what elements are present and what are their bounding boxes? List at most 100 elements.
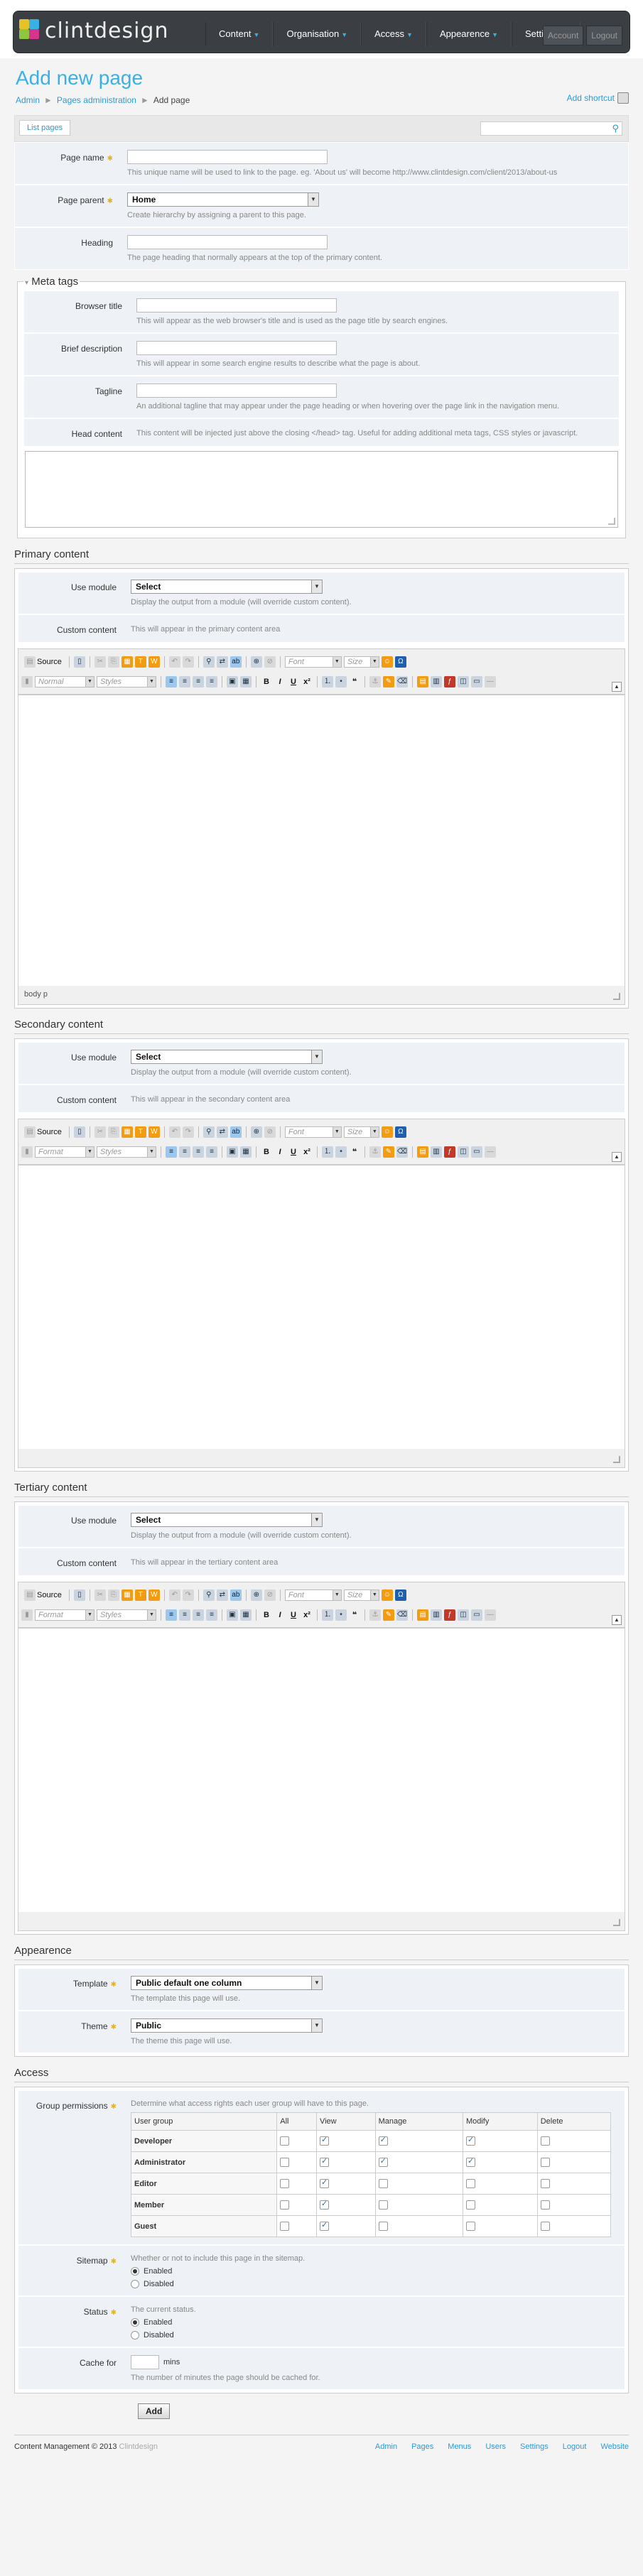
numbered-list-icon[interactable]: ⒈ — [322, 676, 333, 688]
smiley-icon[interactable]: ☺ — [381, 1589, 393, 1601]
permission-checkbox[interactable] — [465, 2222, 475, 2231]
align-center-icon[interactable]: ≡ — [179, 1146, 190, 1158]
align-center-icon[interactable]: ≡ — [179, 1609, 190, 1621]
link-icon[interactable]: ⊕ — [250, 656, 262, 668]
permission-checkbox[interactable] — [378, 2156, 388, 2167]
align-center-icon[interactable]: ≡ — [179, 676, 190, 688]
permission-checkbox[interactable] — [319, 2199, 329, 2210]
status-enabled-radio[interactable]: Enabled — [131, 2318, 625, 2327]
permission-checkbox[interactable] — [378, 2200, 388, 2210]
crumb-pages[interactable]: Pages administration — [57, 95, 136, 105]
find-icon[interactable]: ⚲ — [202, 1589, 215, 1601]
permission-checkbox[interactable] — [280, 2136, 290, 2146]
blockquote-icon[interactable]: ❝ — [349, 1609, 360, 1621]
maximize-icon[interactable]: ▭ — [471, 1146, 482, 1158]
permission-checkbox[interactable] — [280, 2200, 290, 2210]
paste-text-icon[interactable]: T — [134, 1589, 146, 1601]
replace-icon[interactable]: ⇄ — [216, 1589, 228, 1601]
new-page-icon[interactable]: ▯ — [73, 656, 85, 668]
special-char-icon[interactable]: Ω — [394, 1126, 406, 1138]
paste-word-icon[interactable]: W — [148, 1126, 160, 1138]
paste-word-icon[interactable]: W — [148, 656, 160, 668]
theme-select[interactable]: Public ▼ — [131, 2018, 323, 2033]
collapse-toolbar-icon[interactable]: ▲ — [612, 682, 622, 692]
iframe-icon[interactable]: ◫ — [458, 676, 469, 688]
template-select[interactable]: Public default one column ▼ — [131, 1976, 323, 1990]
cache-minutes-field[interactable] — [131, 2355, 159, 2369]
justify-icon[interactable]: ≡ — [206, 1146, 217, 1158]
account-button[interactable]: Account — [542, 26, 584, 45]
permission-checkbox[interactable] — [465, 2156, 475, 2167]
permission-checkbox[interactable] — [465, 2179, 475, 2188]
cut-icon[interactable]: ✂ — [94, 1126, 106, 1138]
superscript-icon[interactable]: x² — [301, 676, 313, 688]
spellcheck-icon[interactable]: ab — [229, 1589, 242, 1601]
maximize-icon[interactable]: ▭ — [471, 1609, 482, 1621]
link-icon[interactable]: ⊕ — [250, 1126, 262, 1138]
source-button[interactable]: ▤ Source — [21, 1589, 65, 1601]
special-char-icon[interactable]: Ω — [394, 656, 406, 668]
search-input[interactable]: ⚲ — [480, 121, 622, 136]
font-select[interactable]: Font ▼ — [284, 1589, 342, 1601]
styles-select[interactable]: Styles ▼ — [97, 676, 156, 688]
nav-access[interactable]: Access ▼ — [361, 22, 426, 46]
paste-icon[interactable]: ▦ — [121, 1126, 133, 1138]
size-select[interactable]: Size ▼ — [343, 656, 379, 668]
bold-icon[interactable]: B — [261, 1146, 272, 1158]
tertiary-module-select[interactable]: Select ▼ — [131, 1513, 323, 1527]
table-icon[interactable]: ▦ — [240, 1146, 252, 1158]
paint-icon[interactable]: ✎ — [383, 1609, 394, 1621]
permission-checkbox[interactable] — [319, 2135, 329, 2146]
redo-icon[interactable]: ↷ — [182, 1589, 194, 1601]
spellcheck-icon[interactable]: ab — [229, 1126, 242, 1138]
smiley-icon[interactable]: ☺ — [381, 656, 393, 668]
image-icon[interactable]: ▣ — [227, 1146, 238, 1158]
flash-icon[interactable]: ƒ — [444, 1609, 455, 1621]
bullet-list-icon[interactable]: • — [335, 676, 347, 688]
footer-link-logout[interactable]: Logout — [563, 2442, 587, 2451]
undo-icon[interactable]: ↶ — [168, 1126, 180, 1138]
status-disabled-radio[interactable]: Disabled — [131, 2331, 625, 2339]
footer-link-users[interactable]: Users — [485, 2442, 506, 2451]
permission-checkbox[interactable] — [319, 2220, 329, 2231]
align-left-icon[interactable]: ≡ — [166, 1609, 177, 1621]
permission-checkbox[interactable] — [319, 2178, 329, 2188]
cut-icon[interactable]: ✂ — [94, 1589, 106, 1601]
undo-icon[interactable]: ↶ — [168, 656, 180, 668]
primary-module-select[interactable]: Select ▼ — [131, 580, 323, 594]
new-page-icon[interactable]: ▯ — [73, 1589, 85, 1601]
list-pages-button[interactable]: List pages — [19, 120, 71, 136]
size-select[interactable]: Size ▼ — [343, 1126, 379, 1138]
logout-button[interactable]: Logout — [586, 26, 622, 45]
find-icon[interactable]: ⚲ — [202, 656, 215, 668]
format-select[interactable]: Format ▼ — [35, 1609, 94, 1621]
bullet-list-icon[interactable]: • — [335, 1609, 347, 1621]
superscript-icon[interactable]: x² — [301, 1609, 313, 1621]
font-select[interactable]: Font ▼ — [284, 1126, 342, 1138]
resize-handle-icon[interactable] — [613, 1919, 620, 1926]
undo-icon[interactable]: ↶ — [168, 1589, 180, 1601]
permission-checkbox[interactable] — [280, 2158, 290, 2167]
copy-icon[interactable]: ⎘ — [107, 1126, 119, 1138]
editor-body[interactable] — [18, 1165, 625, 1449]
paste-text-icon[interactable]: T — [134, 1126, 146, 1138]
anchor-icon[interactable]: ⚓ — [369, 1146, 381, 1158]
permission-checkbox[interactable] — [378, 2222, 388, 2231]
underline-icon[interactable]: U — [288, 1609, 299, 1621]
template-icon[interactable]: ▤ — [417, 1146, 428, 1158]
secondary-module-select[interactable]: Select ▼ — [131, 1050, 323, 1064]
footer-link-menus[interactable]: Menus — [448, 2442, 471, 2451]
align-right-icon[interactable]: ≡ — [193, 1609, 204, 1621]
permission-checkbox[interactable] — [319, 2156, 329, 2167]
head-content-textarea[interactable] — [25, 451, 618, 528]
footer-link-settings[interactable]: Settings — [520, 2442, 549, 2451]
nav-organisation[interactable]: Organisation ▼ — [273, 22, 362, 46]
paste-icon[interactable]: ▦ — [121, 1589, 133, 1601]
find-icon[interactable]: ⚲ — [202, 1126, 215, 1138]
size-select[interactable]: Size ▼ — [343, 1589, 379, 1601]
template-icon[interactable]: ▤ — [417, 676, 428, 688]
unlink-icon[interactable]: ⊘ — [264, 1126, 276, 1138]
paste-word-icon[interactable]: W — [148, 1589, 160, 1601]
align-right-icon[interactable]: ≡ — [193, 1146, 204, 1158]
image-icon[interactable]: ▣ — [227, 676, 238, 688]
